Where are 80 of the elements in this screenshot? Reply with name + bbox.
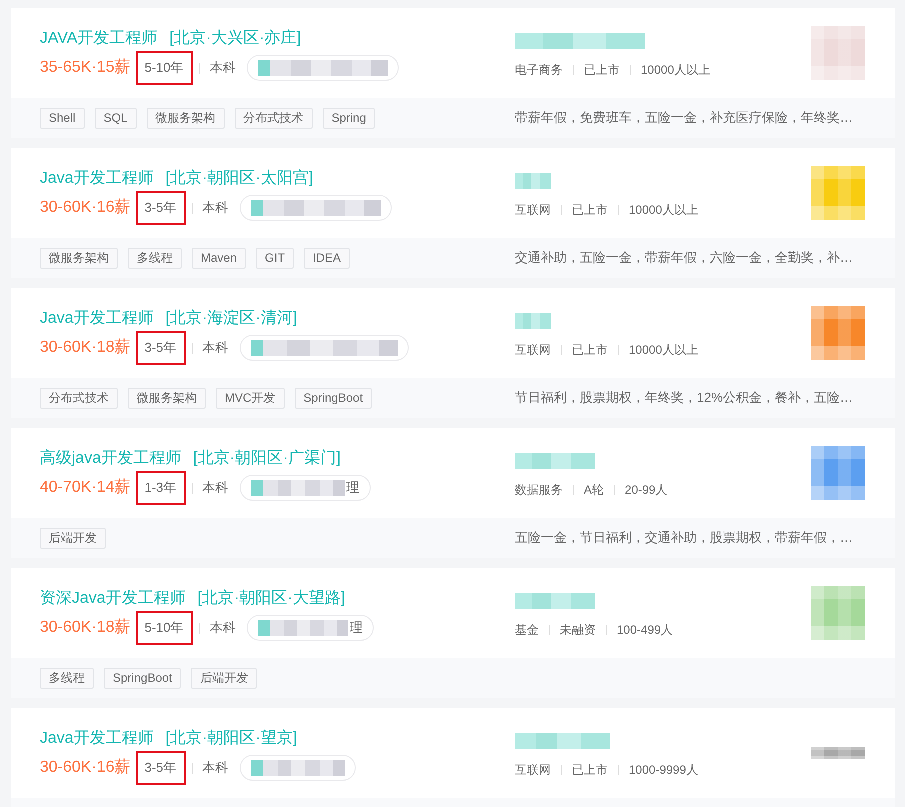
skill-tag: SQL [94,108,137,128]
skill-tag: IDEA [304,248,350,268]
salary-text: 30-60K·16薪 [40,198,131,218]
skill-tag: 多线程 [40,668,94,688]
education-text: 本科 [210,619,236,637]
education-text: 本科 [202,479,229,497]
job-location-text: [北京·朝阳区·望京] [166,728,298,749]
job-location-text: [北京·朝阳区·太阳宫] [166,168,314,189]
job-card[interactable]: Java开发工程师 [北京·朝阳区·望京] 30-60K·16薪 3-5年 本科 互联网 已上市 1000-9999人 [11,708,895,807]
company-name-placeholder [515,313,551,329]
education-text: 本科 [202,199,229,217]
industry-text: 互联网 [515,762,551,778]
job-card[interactable]: Java开发工程师 [北京·海淀区·清河] 30-60K·18薪 3-5年 本科 互联网 已上市 10000人以上 分布式技术 微服务架构 MVC开发 SpringBoot 节日福利，股票期权，年终奖，12%公积金，餐补，五险… [11,288,895,418]
benefits-text: 交通补助，五险一金，带薪年假，六险一金，全勤奖，补… [515,249,853,267]
financing-text: 已上市 [572,762,608,778]
company-size-text: 10000人以上 [629,342,698,358]
industry-text: 基金 [515,622,539,638]
company-name-placeholder [515,173,551,189]
avatar-placeholder [250,340,263,356]
skill-tag: MVC开发 [216,388,285,408]
financing-text: 已上市 [572,342,608,358]
job-card[interactable]: Java开发工程师 [北京·朝阳区·太阳宫] 30-60K·16薪 3-5年 本科 互联网 已上市 10000人以上 微服务架构 多线程 Maven GIT IDEA 交通补助，五险一金，带薪年假，六险一金，全勤奖，补… [11,148,895,278]
experience-text: 3-5年 [144,339,177,357]
skill-tag: SpringBoot [104,668,182,688]
avatar-placeholder [250,760,263,776]
experience-text: 5-10年 [144,619,184,637]
skill-tag: Spring [322,108,376,128]
financing-text: 已上市 [584,62,620,78]
job-card[interactable]: 资深Java开发工程师 [北京·朝阳区·大望路] 30-60K·18薪 5-10年 本科 理 基金 未融资 100-499人 多线程 SpringBoot 后端开发 [11,568,895,698]
job-location-text: [北京·朝阳区·广渠门] [193,448,341,469]
skill-tag: 微服务架构 [40,248,118,268]
industry-text: 电子商务 [515,62,563,78]
skill-tag: 分布式技术 [40,388,118,408]
job-location-text: [北京·朝阳区·大望路] [198,588,346,609]
job-card[interactable]: 高级java开发工程师 [北京·朝阳区·广渠门] 40-70K·14薪 1-3年 本科 理 数据服务 A轮 20-99人 后端开发 五险一金，节日福利，交通补助，股票期权，带薪年假，… [11,428,895,558]
skill-tag: Maven [192,248,246,268]
salary-text: 30-60K·18薪 [40,618,131,638]
experience-text: 3-5年 [144,199,177,217]
skill-tag: 多线程 [128,248,182,268]
salary-text: 40-70K·14薪 [40,478,131,498]
skill-tag: 分布式技术 [234,108,313,128]
skill-tag: Shell [40,108,85,128]
recruiter-title-text: 理 [346,479,360,497]
company-size-text: 100-499人 [617,622,674,638]
benefits-text: 带薪年假，免费班车，五险一金，补充医疗保险，年终奖… [515,109,853,127]
skill-tag: 后端开发 [191,668,258,688]
experience-text: 1-3年 [144,479,177,497]
avatar-placeholder [250,480,263,496]
education-text: 本科 [202,339,229,357]
skill-tag: 微服务架构 [128,388,206,408]
avatar-placeholder [258,60,270,76]
salary-text: 30-60K·18薪 [40,338,131,358]
skill-tag: SpringBoot [294,388,372,408]
experience-text: 3-5年 [144,759,177,777]
company-size-text: 10000人以上 [641,62,710,78]
benefits-text: 五险一金，节日福利，交通补助，股票期权，带薪年假，… [515,529,853,547]
recruiter-title-text: 理 [350,619,363,637]
financing-text: A轮 [584,482,604,498]
industry-text: 数据服务 [515,482,563,498]
financing-text: 已上市 [572,202,608,218]
experience-text: 5-10年 [144,59,184,77]
skill-tag: 后端开发 [40,528,106,548]
company-size-text: 20-99人 [625,482,668,498]
industry-text: 互联网 [515,342,551,358]
skill-tag: GIT [256,248,294,268]
company-size-text: 1000-9999人 [629,762,698,778]
industry-text: 互联网 [515,202,551,218]
education-text: 本科 [202,759,229,777]
salary-text: 30-60K·16薪 [40,758,131,778]
job-location-text: [北京·海淀区·清河] [166,308,298,329]
avatar-placeholder [250,200,263,216]
salary-text: 35-65K·15薪 [40,58,131,78]
job-location-text: [北京·大兴区·亦庄] [170,28,302,49]
education-text: 本科 [210,59,236,77]
company-size-text: 10000人以上 [629,202,698,218]
financing-text: 未融资 [560,622,596,638]
benefits-text: 节日福利，股票期权，年终奖，12%公积金，餐补，五险… [515,389,854,407]
avatar-placeholder [258,620,270,636]
job-card[interactable]: JAVA开发工程师 [北京·大兴区·亦庄] 35-65K·15薪 5-10年 本科 电子商务 已上市 10000人以上 Shell SQL 微服务架构 分布式技术 Spring 带薪年假，免费班车，五险一金，补充医疗保险，年终奖… [11,8,895,138]
skill-tag: 微服务架构 [146,108,225,128]
